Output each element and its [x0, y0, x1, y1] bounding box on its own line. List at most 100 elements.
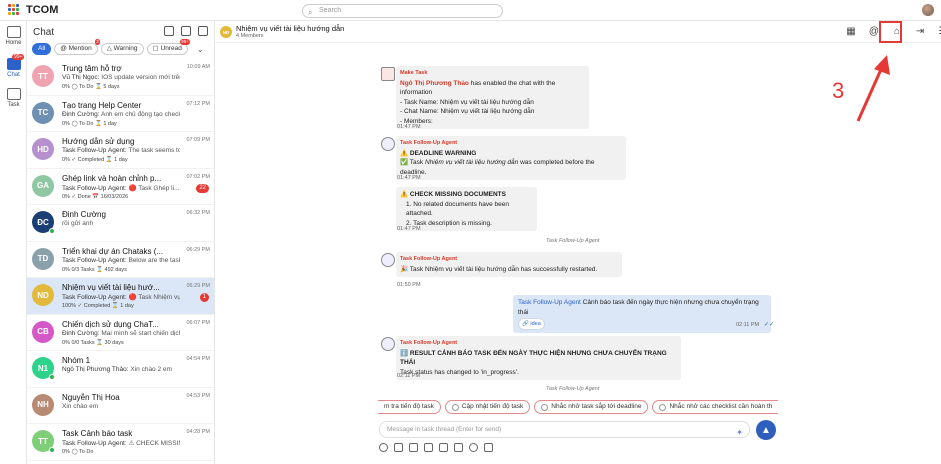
chat-name: Triển khai dự án Chataks (...: [62, 246, 164, 256]
bell-icon: [541, 403, 549, 411]
msg-time: 01:47 PM: [397, 175, 421, 181]
slash-command-icon[interactable]: [454, 443, 463, 452]
msg-title: ℹ️ RESULT CẢNH BÁO TASK ĐẾN NGÀY THỰC HI…: [400, 349, 667, 367]
message-restarted: Task Follow-Up Agent 🎉 Task Nhiệm vụ viế…: [396, 252, 622, 277]
add-contact-icon[interactable]: [164, 26, 174, 36]
chat-unread-badge: 99+: [12, 54, 25, 60]
chat-list-item[interactable]: ĐC Đinh Cường 06:32 PM rồi gửi anh: [27, 205, 214, 242]
chat-list-item[interactable]: TC Tạo trang Help Center 07:12 PM Đinh Cườn…: [27, 96, 214, 132]
new-group-icon[interactable]: [198, 26, 208, 36]
chat-list-item[interactable]: TT Trung tâm hỗ trợ 10:09 AM Vũ Thị Ngọc: I…: [27, 59, 214, 96]
bell-icon: [659, 403, 667, 411]
global-search-input[interactable]: ⌕ Search: [302, 4, 503, 18]
chat-task-meta: 0% ✓ Done 📅 16/03/2026: [62, 193, 129, 200]
rail-label-chat: Chat: [7, 72, 20, 78]
chat-unread-badge: 22: [196, 183, 209, 193]
msg-author[interactable]: Ngô Thị Phương Thảo: [400, 80, 469, 87]
user-avatar[interactable]: [922, 4, 934, 16]
read-check-icon: ✓✓: [764, 322, 775, 328]
file-icon[interactable]: [439, 443, 448, 452]
chat-preview: Task Follow-Up Agent: 🔴 Task Nhiệm vụ v.…: [62, 293, 180, 301]
rail-item-chat[interactable]: 99+ Chat: [0, 54, 27, 78]
filter-all[interactable]: All: [32, 43, 52, 55]
rail-item-home[interactable]: Home: [0, 26, 27, 46]
chevron-down-icon[interactable]: ⌄: [197, 45, 204, 54]
search-icon: ⌕: [308, 8, 313, 17]
image-icon[interactable]: [409, 443, 418, 452]
msg-line: - Chat Name: Nhiệm vụ viết tài liệu hướn…: [400, 108, 535, 115]
ai-sparkle-icon[interactable]: ✦: [736, 425, 743, 440]
chat-time: 07:02 PM: [186, 173, 210, 180]
msg-time: 01:50 PM: [397, 282, 421, 288]
chat-preview-text: ⚠ CHECK MISSING ...: [128, 440, 180, 447]
app-logo-icon[interactable]: [8, 4, 20, 16]
idea-tag[interactable]: 🔗 idea: [518, 318, 545, 330]
bell-icon: [451, 403, 459, 411]
nav-rail: Home 99+ Chat Task: [0, 21, 27, 464]
microphone-icon[interactable]: [394, 443, 403, 452]
chat-preview-text: Xin chào 2 em: [130, 366, 172, 373]
chat-list-item[interactable]: CB Chiến dịch sử dụng ChaT... 06:07 PM Đinh…: [27, 315, 214, 351]
folder-icon[interactable]: [424, 443, 433, 452]
chat-list-item[interactable]: TD Triển khai dự án Chataks (... 06:29 PM T…: [27, 242, 214, 278]
chat-task-meta: 100% ✓ Completed ⌛ 1 day: [62, 303, 134, 309]
suggestion-chip[interactable]: Cập nhật tiến độ task: [444, 400, 531, 414]
chat-list-item[interactable]: TT Task Cảnh báo task 04:28 PM Task Follow-…: [27, 424, 214, 461]
annotation-number: 3: [832, 78, 845, 103]
chat-preview-text: rồi gửi anh: [62, 220, 94, 227]
make-task-bot-icon: [381, 67, 395, 81]
message-make-task: Make Task Ngô Thị Phương Thảo has enable…: [396, 66, 589, 129]
chat-name: Nhóm 1: [62, 356, 91, 365]
msg-line: 1. No related documents have been attach…: [406, 200, 509, 218]
filter-warning[interactable]: △ Warning: [100, 43, 144, 55]
chat-avatar: NH: [32, 393, 54, 416]
chat-preview-text: 🔴 Task Ghép li...: [128, 184, 180, 192]
chat-preview: Task Follow-Up Agent: Below are the task…: [62, 257, 180, 264]
message-own: Task Follow-Up Agent Cảnh báo task đến n…: [513, 295, 771, 333]
chat-list-item[interactable]: NH Nguyễn Thị Hoa 04:53 PM Xin chào em: [27, 388, 214, 424]
chat-list-item[interactable]: GA Ghép link và hoàn chỉnh p... 07:02 PM Ta…: [27, 169, 214, 205]
chat-preview-text: Below are the tasks awa...: [128, 256, 180, 264]
suggestion-chips: m tra tiến độ task Cập nhật tiến độ task…: [378, 400, 779, 414]
chat-preview-text: Xin chào em: [62, 402, 99, 410]
mention-agent[interactable]: Task Follow-Up Agent: [518, 299, 581, 306]
msg-text: ✅ Task: [400, 159, 425, 166]
chat-list-item[interactable]: N1 Nhóm 1 04:54 PM Ngô Thị Phương Thảo: Xin…: [27, 351, 214, 388]
msg-time: 01:47 PM: [397, 124, 421, 130]
chip-label: Cập nhật tiến độ task: [461, 403, 524, 410]
filter-mention[interactable]: @ Mention 3: [54, 39, 100, 55]
chat-unread-badge: 1: [199, 293, 209, 302]
rail-label-home: Home: [5, 40, 22, 46]
agent-bot-icon: [381, 137, 395, 151]
chat-time: 06:29 PM: [186, 246, 210, 253]
chat-list-item[interactable]: HD Hướng dẫn sử dụng 07:09 PM Task Follow-U…: [27, 132, 214, 169]
filter-all-label: All: [38, 45, 46, 52]
chat-preview-sender: Đinh Cường:: [62, 110, 100, 118]
top-bar: TCOM ⌕ Search: [0, 0, 941, 21]
msg-sender: Task Follow-Up Agent: [400, 256, 458, 262]
link-icon[interactable]: [484, 443, 493, 452]
suggestion-chip[interactable]: m tra tiến độ task: [378, 400, 441, 414]
msg-text: Task status has changed to 'in_progress'…: [400, 368, 519, 376]
filter-unread[interactable]: ▢ Unread 99+: [146, 39, 190, 55]
msg-task-name: Nhiệm vụ viết tài liệu hướng dẫn: [424, 159, 519, 166]
chat-avatar: TC: [32, 101, 54, 124]
send-button[interactable]: ▲: [756, 420, 776, 440]
agent-bot-icon: [381, 337, 395, 351]
suggestion-chip[interactable]: Nhắc nhở task sắp tới deadline: [534, 400, 649, 414]
emoji-icon[interactable]: [379, 443, 388, 452]
chat-thread: ND Nhiệm vụ viết tài liệu hướng dẫn 4 Me…: [215, 21, 941, 464]
chat-task-meta: 0% ◯ To Do: [62, 449, 94, 455]
at-mention-icon[interactable]: [469, 443, 478, 452]
chat-list-item[interactable]: ND Nhiệm vụ viết tài liệu hướ... 06:29 PM T…: [27, 278, 214, 315]
compose-icon[interactable]: [181, 26, 191, 36]
chat-name: Tạo trang Help Center: [62, 100, 142, 110]
app-name: TCOM: [26, 4, 59, 16]
msg-text: 🎉 Task Nhiệm vụ viết tài liệu hướng dẫn …: [400, 265, 598, 273]
rail-item-task[interactable]: Task: [0, 88, 27, 108]
message-input[interactable]: Message in task thread (Enter for send) …: [379, 421, 750, 438]
filter-warning-label: Warning: [113, 45, 138, 52]
chat-time: 04:53 PM: [186, 392, 210, 399]
chat-time: 06:07 PM: [186, 319, 210, 326]
suggestion-chip[interactable]: Nhắc nhở các checklist cần hoàn th: [652, 400, 779, 414]
